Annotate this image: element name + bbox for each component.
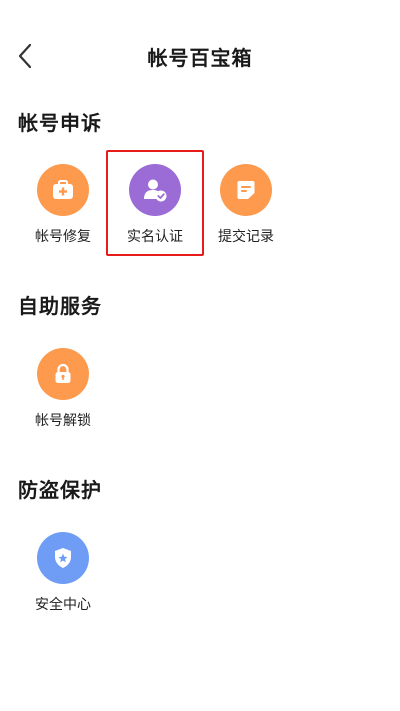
account-unlock-label: 帐号解锁: [35, 413, 91, 429]
section-title-appeal: 帐号申诉: [18, 111, 102, 135]
first-aid-kit-icon: [37, 164, 89, 216]
submission-records-label: 提交记录: [218, 229, 274, 245]
header-bar: 帐号百宝箱: [0, 0, 400, 110]
page-title: 帐号百宝箱: [147, 46, 253, 70]
account-repair-label: 帐号修复: [35, 229, 91, 245]
lock-icon: [37, 348, 89, 400]
shield-icon: [37, 532, 89, 584]
account-repair-tile[interactable]: 帐号修复: [23, 164, 103, 254]
section-title-self-service: 自助服务: [18, 294, 102, 318]
security-center-label: 安全中心: [35, 597, 91, 613]
document-icon: [220, 164, 272, 216]
submission-records-tile[interactable]: 提交记录: [206, 164, 286, 254]
account-unlock-tile[interactable]: 帐号解锁: [23, 348, 103, 438]
section-title-anti-theft: 防盗保护: [18, 478, 102, 502]
security-center-tile[interactable]: 安全中心: [23, 532, 103, 622]
selection-highlight: [106, 150, 204, 256]
